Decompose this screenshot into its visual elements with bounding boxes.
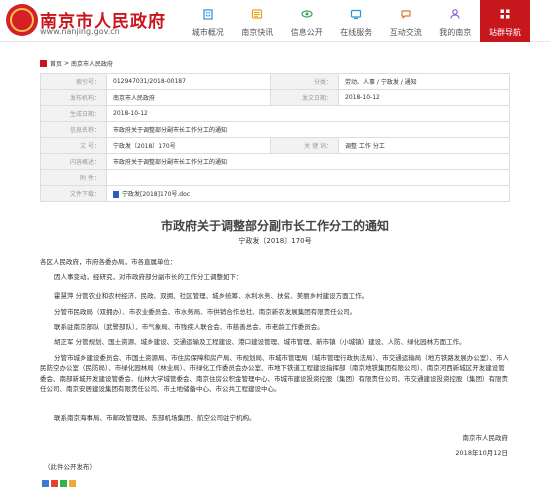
nav-label: 在线服务 bbox=[340, 28, 373, 37]
paragraph-6: 联系南京海事局、市邮政管理局、东部机场集团、航空公司驻宁机构。 bbox=[54, 414, 256, 422]
paragraph-4: 胡正军 分管规划、国土资源、城乡建设、交通运输及工程建设、港口建设管理、城市管理… bbox=[54, 338, 466, 346]
paragraph-2: 分管市民政局（双拥办）、市农业委员会、市水务局、市供销合作总社、南京新农发展集团… bbox=[54, 308, 357, 316]
generated-value: 2018-10-12 bbox=[106, 105, 510, 122]
national-emblem-icon[interactable] bbox=[6, 4, 38, 36]
nav-site-group[interactable]: 站群导航 bbox=[480, 0, 530, 42]
building-icon bbox=[199, 5, 216, 22]
nav-nanjing-news[interactable]: 南京快讯 bbox=[233, 0, 283, 42]
breadcrumb-separator: > bbox=[64, 59, 70, 67]
qzone-icon[interactable] bbox=[69, 480, 76, 487]
category-label: 分类： bbox=[270, 73, 339, 90]
info-title-value: 市政府关于调整部分副市长工作分工的通知 bbox=[106, 121, 510, 138]
breadcrumb-home[interactable]: 首页 bbox=[50, 59, 62, 68]
site-url: www.nanjing.gov.cn bbox=[40, 27, 120, 36]
home-icon bbox=[40, 59, 47, 67]
breadcrumb: 首页 > 南京市人民政府 bbox=[40, 58, 113, 68]
index-label: 索引号： bbox=[40, 73, 107, 90]
news-icon bbox=[249, 5, 266, 22]
download-link[interactable]: 宁政发[2018]170号.doc bbox=[122, 191, 190, 198]
nav-interaction[interactable]: 互动交流 bbox=[381, 0, 431, 42]
summary-label: 内容概述： bbox=[40, 153, 107, 170]
notice-title: 市政府关于调整部分副市长工作分工的通知 bbox=[160, 219, 389, 233]
notice-doc-number: 宁政发〔2018〕170号 bbox=[238, 237, 312, 245]
download-cell: 宁政发[2018]170号.doc bbox=[106, 185, 510, 202]
disclosure-note: （此件公开发布） bbox=[44, 463, 96, 471]
intro-paragraph: 因人事变动，经研究，对市政府部分副市长的工作分工调整如下： bbox=[54, 273, 243, 281]
paragraph-3: 联系驻南京部队（武警部队）、市气象局、市残疾人联合会、市慈善总会、市老龄工作委员… bbox=[54, 323, 324, 331]
publisher-label: 发布机构： bbox=[40, 89, 107, 106]
nav-label: 南京快讯 bbox=[241, 28, 274, 37]
share-icon[interactable] bbox=[42, 480, 49, 487]
nav-my-nanjing[interactable]: 我的南京 bbox=[431, 0, 481, 42]
pubdate-label: 发文日期： bbox=[270, 89, 339, 106]
keyword-label: 关 键 词： bbox=[270, 137, 339, 154]
chat-icon bbox=[397, 5, 414, 22]
info-title-label: 信息名称： bbox=[40, 121, 107, 138]
signer: 南京市人民政府 bbox=[462, 434, 509, 442]
summary-value: 市政府关于调整部分副市长工作分工的通知 bbox=[106, 153, 510, 170]
attachment-value bbox=[106, 169, 510, 186]
category-value: 劳动、人事 / 宁政发 / 通知 bbox=[338, 73, 510, 90]
publisher-value: 南京市人民政府 bbox=[106, 89, 271, 106]
sign-date: 2018年10月12日 bbox=[455, 449, 508, 457]
document-metadata-table: 索引号： 012947031/2018-00187 分类： 劳动、人事 / 宁政… bbox=[40, 73, 510, 202]
doc-file-icon bbox=[113, 191, 119, 198]
share-bar bbox=[42, 480, 76, 487]
weibo-icon[interactable] bbox=[51, 480, 58, 487]
nav-label: 我的南京 bbox=[439, 28, 472, 37]
addressee: 各区人民政府，市府各委办局，市各直属单位： bbox=[40, 258, 177, 266]
download-label: 文件下载： bbox=[40, 185, 107, 202]
docno-value: 宁政发〔2018〕170号 bbox=[106, 137, 271, 154]
nav-label: 互动交流 bbox=[389, 28, 422, 37]
nav-label: 信息公开 bbox=[290, 28, 323, 37]
index-value: 012947031/2018-00187 bbox=[106, 73, 271, 90]
nav-online-service[interactable]: 在线服务 bbox=[332, 0, 382, 42]
wechat-icon[interactable] bbox=[60, 480, 67, 487]
nav-label: 城市概况 bbox=[191, 28, 224, 37]
pubdate-value: 2018-10-12 bbox=[338, 89, 510, 106]
grid-icon bbox=[497, 5, 514, 22]
nav-info-disclosure[interactable]: 信息公开 bbox=[282, 0, 332, 42]
service-icon bbox=[348, 5, 365, 22]
nav-label: 站群导航 bbox=[489, 28, 521, 37]
docno-label: 文 号： bbox=[40, 137, 107, 154]
site-header: 南京市人民政府 www.nanjing.gov.cn 城市概况 南京快讯 信息公… bbox=[0, 0, 550, 42]
user-icon bbox=[447, 5, 464, 22]
keyword-value: 调整 工作 分工 bbox=[338, 137, 510, 154]
main-nav: 城市概况 南京快讯 信息公开 在线服务 互动交流 我的南京 站群导航 bbox=[183, 0, 530, 42]
paragraph-1: 霍慧萍 分管农业和农村经济、民政、双拥、社区管理、城乡统筹、水利水务、扶贫、美丽… bbox=[54, 292, 369, 300]
eye-icon bbox=[298, 5, 315, 22]
generated-label: 生成日期： bbox=[40, 105, 107, 122]
attachment-label: 附 件： bbox=[40, 169, 107, 186]
nav-city-overview[interactable]: 城市概况 bbox=[183, 0, 233, 42]
breadcrumb-current[interactable]: 南京市人民政府 bbox=[71, 59, 113, 68]
paragraph-5: 分管市城乡建设委员会、市国土资源局、市住房保障和房产局、市规划局、市城市管理局（… bbox=[40, 354, 509, 394]
